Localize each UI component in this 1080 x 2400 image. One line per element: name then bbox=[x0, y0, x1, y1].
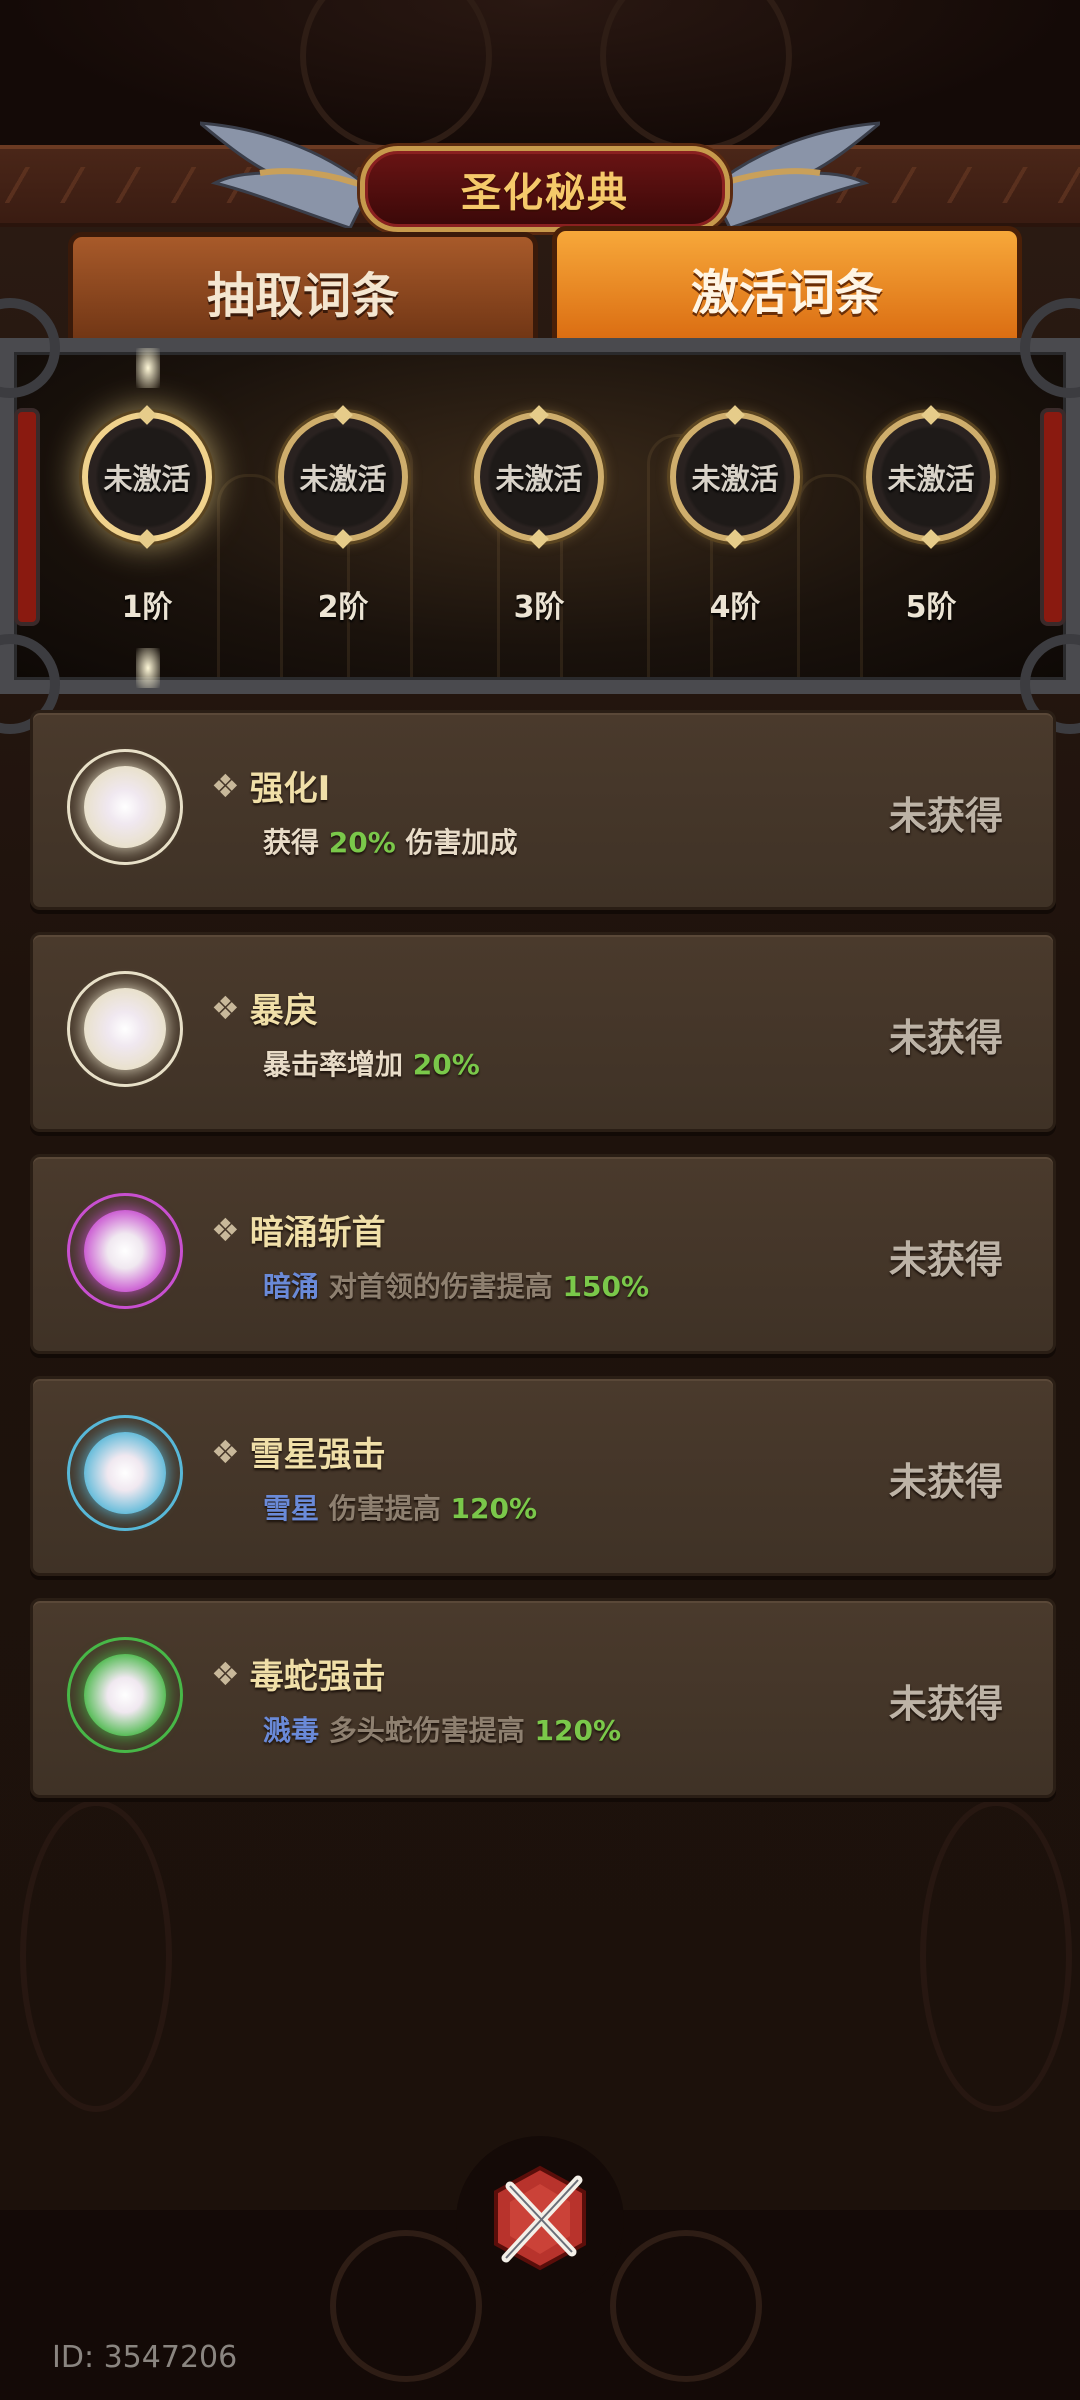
tier-ring: 未激活 bbox=[866, 412, 996, 542]
tier-level: 5阶 bbox=[905, 590, 957, 625]
diamond-icon: ❖ bbox=[211, 1210, 240, 1249]
tier-4[interactable]: 未激活 4阶 bbox=[660, 412, 810, 625]
affix-value: 120% bbox=[450, 1492, 538, 1525]
affix-value: 150% bbox=[562, 1270, 650, 1303]
affix-card[interactable]: ❖ 雪星强击 雪星 伤害提高 120% 未获得 bbox=[30, 1376, 1056, 1576]
affix-orb-icon bbox=[67, 1415, 183, 1531]
right-wing-icon bbox=[710, 121, 880, 228]
affix-keyword: 溅毒 bbox=[263, 1714, 320, 1747]
affix-description: 暴击率增加 20% bbox=[263, 1043, 480, 1083]
affix-description: 雪星 伤害提高 120% bbox=[263, 1487, 537, 1527]
affix-status: 未获得 bbox=[888, 1238, 1003, 1282]
player-id: ID: 3547206 bbox=[52, 2340, 238, 2375]
affix-card[interactable]: ❖ 强化I 获得 20% 伤害加成 未获得 bbox=[30, 710, 1056, 910]
tier-level: 3阶 bbox=[513, 590, 565, 625]
tab-activate-affix[interactable]: 激活词条 bbox=[552, 226, 1022, 350]
tier-level: 2阶 bbox=[317, 590, 369, 625]
affix-orb-icon bbox=[67, 1193, 183, 1309]
tier-state: 未激活 bbox=[691, 462, 779, 496]
tier-1[interactable]: 未激活 1阶 bbox=[72, 412, 222, 625]
ornament bbox=[20, 1800, 172, 2112]
desc-text: 多头蛇伤害提高 bbox=[328, 1714, 525, 1747]
affix-description: 溅毒 多头蛇伤害提高 120% bbox=[263, 1709, 621, 1749]
affix-description: 获得 20% 伤害加成 bbox=[263, 821, 518, 861]
affix-card[interactable]: ❖ 毒蛇强击 溅毒 多头蛇伤害提高 120% 未获得 bbox=[30, 1598, 1056, 1798]
page-title-plate: 圣化秘典 bbox=[360, 146, 730, 232]
tier-state: 未激活 bbox=[887, 462, 975, 496]
affix-card[interactable]: ❖ 暴戾 暴击率增加 20% 未获得 bbox=[30, 932, 1056, 1132]
affix-name: 暴戾 bbox=[249, 991, 318, 1031]
affix-keyword: 暗涌 bbox=[263, 1270, 320, 1303]
right-side-bar bbox=[1040, 408, 1066, 626]
affix-description: 暗涌 对首领的伤害提高 150% bbox=[263, 1265, 649, 1305]
affix-status: 未获得 bbox=[888, 1682, 1003, 1726]
tier-level: 4阶 bbox=[709, 590, 761, 625]
tier-state: 未激活 bbox=[495, 462, 583, 496]
diamond-icon: ❖ bbox=[211, 988, 240, 1027]
tier-glow bbox=[136, 348, 160, 388]
tier-level: 1阶 bbox=[121, 590, 173, 625]
tier-glow bbox=[136, 648, 160, 688]
top-background bbox=[0, 0, 1080, 150]
affix-card[interactable]: ❖ 暗涌斩首 暗涌 对首领的伤害提高 150% 未获得 bbox=[30, 1154, 1056, 1354]
close-icon[interactable] bbox=[484, 2162, 596, 2274]
tier-panel: 未激活 1阶 未激活 2阶 未激活 3阶 未激活 4阶 未激活 5阶 bbox=[0, 298, 1080, 734]
desc-text: 获得 bbox=[263, 826, 320, 859]
desc-text: 暴击率增加 bbox=[263, 1048, 404, 1081]
desc-text: 伤害提高 bbox=[328, 1492, 441, 1525]
tier-ring: 未激活 bbox=[82, 412, 212, 542]
tab-draw-affix[interactable]: 抽取词条 bbox=[68, 232, 538, 350]
tab-label: 抽取词条 bbox=[206, 268, 399, 324]
affix-name: 毒蛇强击 bbox=[249, 1657, 386, 1697]
affix-value: 20% bbox=[412, 1048, 480, 1081]
tier-state: 未激活 bbox=[103, 462, 191, 496]
affix-keyword: 雪星 bbox=[263, 1492, 320, 1525]
affix-name: 雪星强击 bbox=[249, 1435, 386, 1475]
affix-orb-icon bbox=[67, 971, 183, 1087]
page-title: 圣化秘典 bbox=[461, 170, 629, 216]
tier-3[interactable]: 未激活 3阶 bbox=[464, 412, 614, 625]
affix-orb-icon bbox=[67, 749, 183, 865]
affix-name: 强化I bbox=[249, 769, 331, 809]
affix-value: 120% bbox=[534, 1714, 622, 1747]
diamond-icon: ❖ bbox=[211, 1654, 240, 1693]
affix-name: 暗涌斩首 bbox=[249, 1213, 386, 1253]
desc-text: 对首领的伤害提高 bbox=[328, 1270, 553, 1303]
affix-status: 未获得 bbox=[888, 794, 1003, 838]
diamond-icon: ❖ bbox=[211, 1432, 240, 1471]
affix-status: 未获得 bbox=[888, 1460, 1003, 1504]
affix-status: 未获得 bbox=[888, 1016, 1003, 1060]
tier-ring: 未激活 bbox=[474, 412, 604, 542]
ornament bbox=[610, 2230, 762, 2382]
ornament bbox=[330, 2230, 482, 2382]
tab-label: 激活词条 bbox=[690, 265, 883, 321]
tier-5[interactable]: 未激活 5阶 bbox=[856, 412, 1006, 625]
affix-value: 20% bbox=[328, 826, 396, 859]
affix-orb-icon bbox=[67, 1637, 183, 1753]
ornament bbox=[920, 1800, 1072, 2112]
left-wing-icon bbox=[200, 121, 370, 228]
tier-ring: 未激活 bbox=[278, 412, 408, 542]
left-side-bar bbox=[14, 408, 40, 626]
tier-state: 未激活 bbox=[299, 462, 387, 496]
tier-ring: 未激活 bbox=[670, 412, 800, 542]
desc-text: 伤害加成 bbox=[405, 826, 518, 859]
tier-2[interactable]: 未激活 2阶 bbox=[268, 412, 418, 625]
diamond-icon: ❖ bbox=[211, 766, 240, 805]
